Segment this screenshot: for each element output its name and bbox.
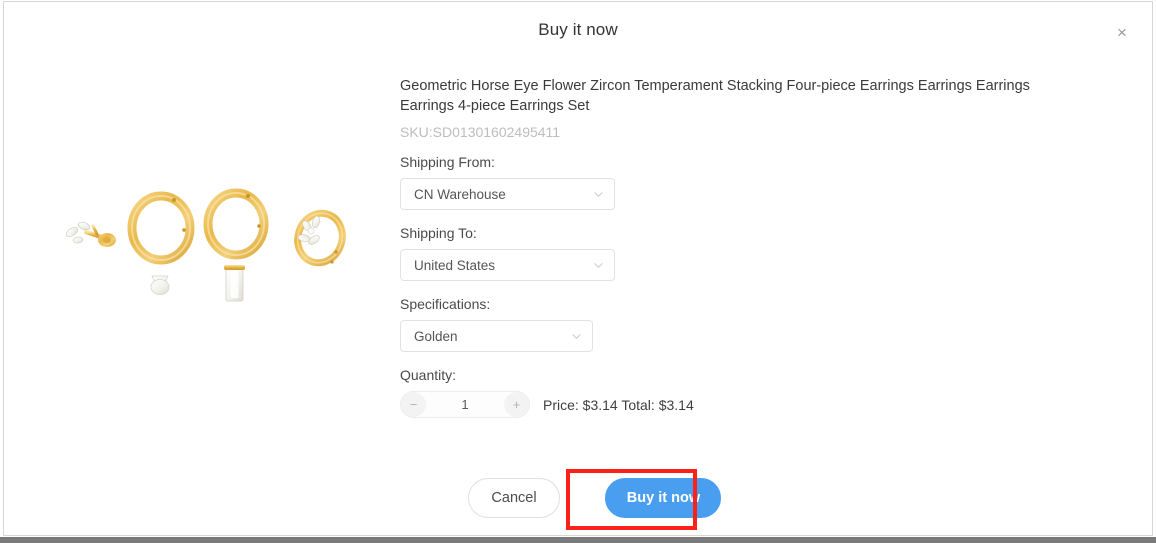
product-gallery [28,62,378,462]
chevron-down-icon [594,190,603,199]
specifications-field: Specifications: Golden [400,296,1080,352]
product-title: Geometric Horse Eye Flower Zircon Temper… [400,78,1030,114]
chevron-down-icon [572,332,581,341]
quantity-input[interactable]: 1 [426,397,504,412]
specifications-value: Golden [414,328,458,344]
quantity-field: Quantity: − 1 + Price: $3.14 Total: $3.1… [400,367,1080,418]
shipping-to-value: United States [414,257,496,273]
shipping-to-select[interactable]: United States [400,249,615,281]
purchase-form: Geometric Horse Eye Flower Zircon Temper… [400,76,1080,433]
specifications-select[interactable]: Golden [400,320,593,352]
product-image [65,188,346,302]
shipping-to-field: Shipping To: United States [400,225,1080,281]
shipping-from-label: Shipping From: [400,154,495,170]
close-icon[interactable]: × [1110,20,1134,44]
horizontal-scrollbar[interactable] [0,537,1156,543]
page-title: Buy it now [538,20,618,39]
price-summary: Price: $3.14 Total: $3.14 [543,396,694,413]
quantity-decrement-button[interactable]: − [401,392,426,417]
buy-it-now-button[interactable]: Buy it now [605,478,722,518]
cancel-button[interactable]: Cancel [468,478,560,518]
modal-footer: Cancel Buy it now [468,478,722,518]
shipping-to-label: Shipping To: [400,225,477,241]
specifications-label: Specifications: [400,296,491,312]
quantity-stepper[interactable]: − 1 + [400,391,530,418]
shipping-from-value: CN Warehouse [414,186,506,202]
shipping-from-select[interactable]: CN Warehouse [400,178,615,210]
shipping-from-field: Shipping From: CN Warehouse [400,154,1080,210]
quantity-increment-button[interactable]: + [504,392,529,417]
product-sku: SKU:SD01301602495411 [400,124,561,140]
chevron-down-icon [594,261,603,270]
quantity-label: Quantity: [400,367,457,383]
screenshot-root: Buy it now × Geometric Horse Eye Flower … [0,0,1156,543]
quantity-row: − 1 + Price: $3.14 Total: $3.14 [400,391,1080,418]
